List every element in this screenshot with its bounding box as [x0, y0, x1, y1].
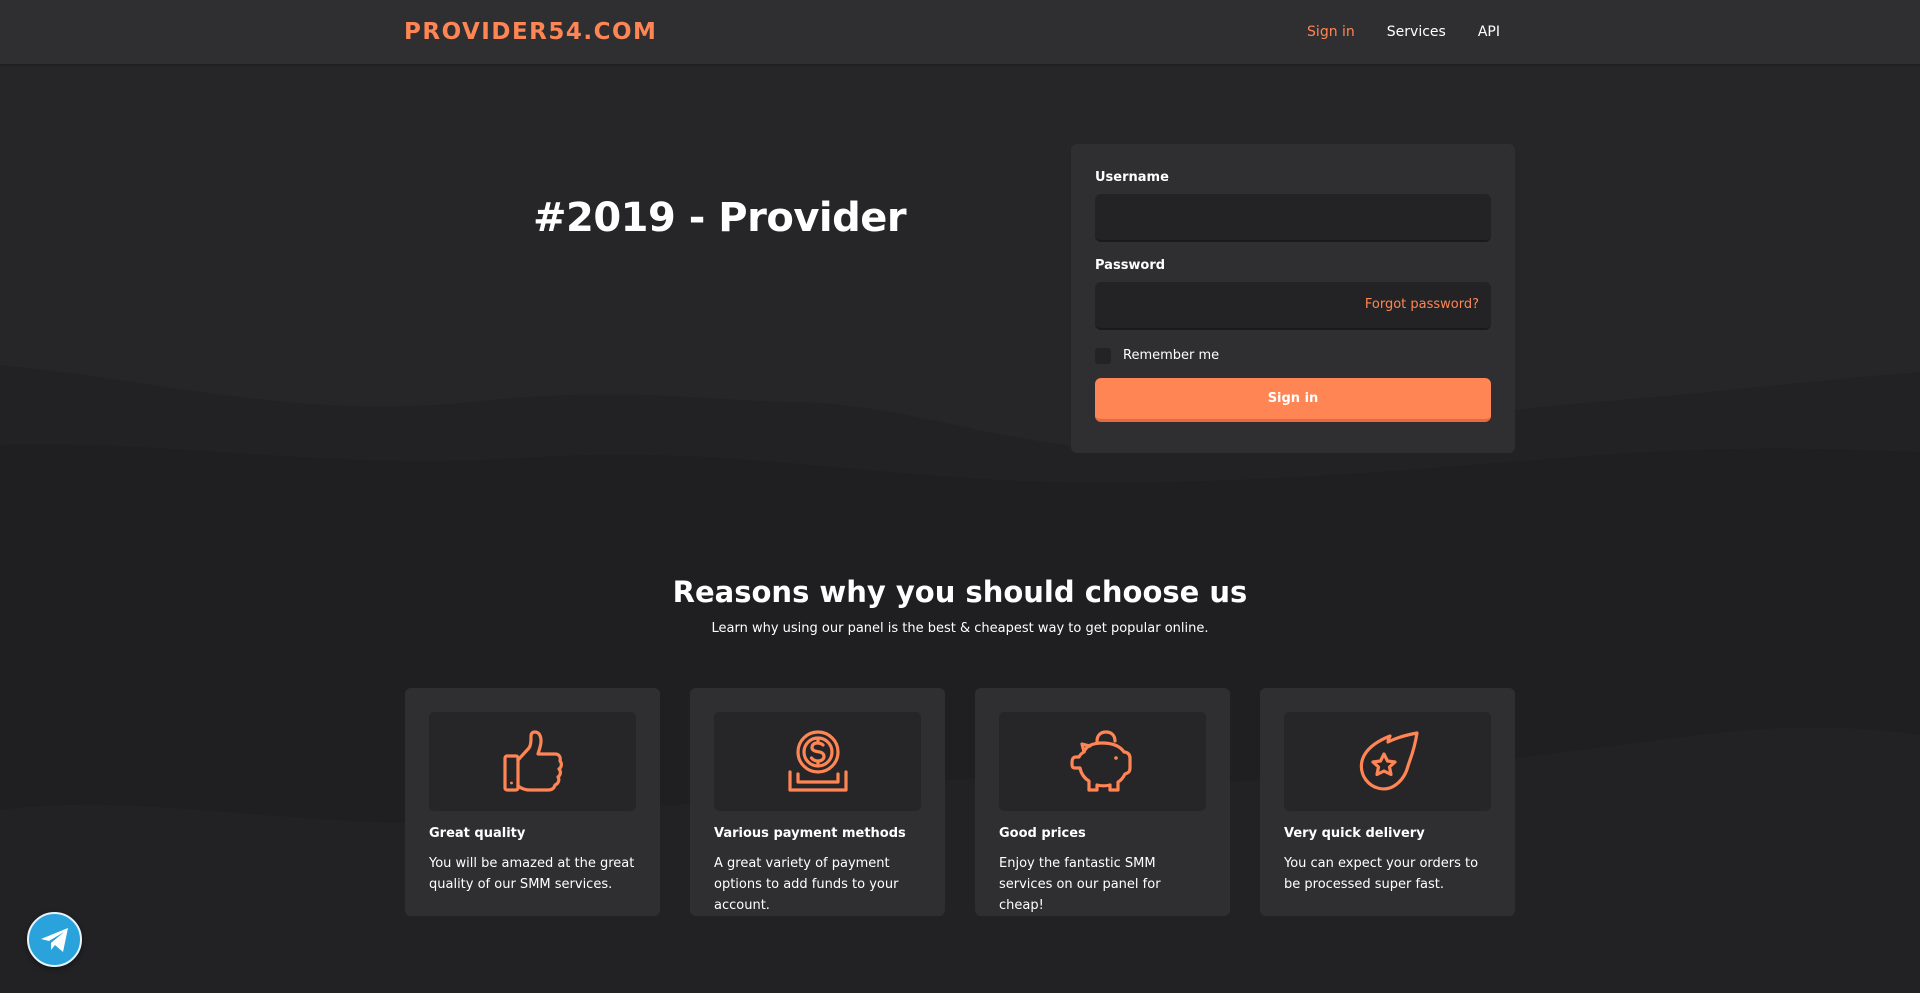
reasons-cards: Great quality You will be amazed at the …	[405, 688, 1515, 916]
reason-icon-box	[714, 712, 921, 811]
reason-card-payment: Various payment methods A great variety …	[690, 688, 945, 916]
nav-sign-in[interactable]: Sign in	[1307, 22, 1355, 42]
coin-payment-icon	[787, 729, 848, 792]
nav-api[interactable]: API	[1478, 22, 1500, 42]
thumbs-up-icon	[502, 729, 563, 792]
login-form: Username Password Forgot password? Remem…	[1071, 144, 1515, 453]
nav-links: Sign in Services API	[1307, 22, 1500, 42]
remember-me-row: Remember me	[1095, 346, 1491, 366]
sign-in-button[interactable]: Sign in	[1095, 378, 1491, 422]
navbar: PROVIDER54.COM Sign in Services API	[0, 0, 1920, 64]
reason-card-prices: Good prices Enjoy the fantastic SMM serv…	[975, 688, 1230, 916]
comet-star-icon	[1359, 730, 1419, 790]
telegram-button[interactable]	[27, 912, 82, 967]
reasons-title: Reasons why you should choose us	[672, 575, 1248, 609]
username-label: Username	[1095, 170, 1169, 185]
reason-title: Various payment methods	[714, 826, 906, 841]
forgot-password-link[interactable]: Forgot password?	[1365, 296, 1479, 314]
reason-icon-box	[1284, 712, 1491, 811]
reason-icon-box	[429, 712, 636, 811]
remember-me-checkbox[interactable]	[1095, 348, 1111, 364]
password-label: Password	[1095, 258, 1166, 273]
username-input[interactable]	[1095, 194, 1491, 240]
reason-card-quality: Great quality You will be amazed at the …	[405, 688, 660, 916]
password-field-wrapper: Forgot password?	[1095, 282, 1491, 330]
reason-title: Great quality	[429, 826, 526, 841]
reason-icon-box	[999, 712, 1206, 811]
reason-text: You will be amazed at the great quality …	[429, 856, 635, 892]
brand-logo[interactable]: PROVIDER54.COM	[404, 17, 657, 47]
username-field-wrapper	[1095, 194, 1491, 242]
reason-text: Enjoy the fantastic SMM services on our …	[999, 856, 1161, 913]
nav-services[interactable]: Services	[1387, 22, 1446, 42]
telegram-icon	[40, 927, 68, 952]
reason-title: Very quick delivery	[1284, 826, 1425, 841]
reason-text: A great variety of payment options to ad…	[714, 856, 899, 913]
reasons-subtitle: Learn why using our panel is the best & …	[711, 621, 1209, 636]
reason-card-delivery: Very quick delivery You can expect your …	[1260, 688, 1515, 916]
piggy-bank-icon	[1069, 729, 1132, 792]
page: PROVIDER54.COM Sign in Services API #201…	[0, 0, 1920, 993]
reason-text: You can expect your orders to be process…	[1284, 856, 1479, 892]
hero-title: #2019 - Provider	[533, 195, 907, 241]
reason-title: Good prices	[999, 826, 1086, 841]
remember-me-label[interactable]: Remember me	[1123, 347, 1219, 365]
